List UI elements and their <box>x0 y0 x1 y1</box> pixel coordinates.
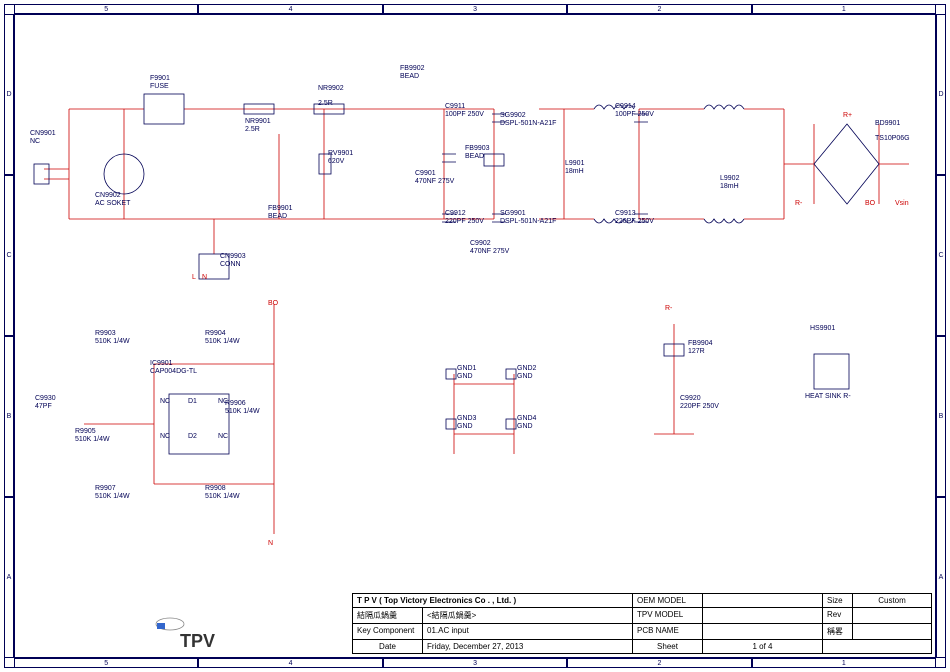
label-l9901: L990118mH <box>565 160 584 175</box>
size-label: Size <box>823 594 853 607</box>
ruler-cell: C <box>4 175 14 336</box>
label-nr9902: NR99022.5R <box>318 85 344 108</box>
net-bo-2: BO <box>865 200 875 208</box>
auth-value <box>853 624 931 639</box>
ic-pin-d1: D1 <box>188 398 197 406</box>
label-f9901: F9901FUSE <box>150 75 170 90</box>
label-cn9901: CN9901NC <box>30 130 56 145</box>
ruler-bottom: 5 4 3 2 1 <box>14 658 936 668</box>
ic-pin-nc-3: NC <box>160 433 170 441</box>
ic-pin-nc-4: NC <box>218 433 228 441</box>
label-gnd1: GND1GND <box>457 365 476 380</box>
label-cn9903: CN9903CONN <box>220 253 246 268</box>
net-r-minus-2: R- <box>795 200 802 208</box>
label-gnd2: GND2GND <box>517 365 536 380</box>
sheet-label: Sheet <box>633 640 703 653</box>
label-gnd3: GND3GND <box>457 415 476 430</box>
ruler-cell: B <box>4 336 14 497</box>
auth-label: 稱畧 <box>823 624 853 639</box>
label-c9913: C9913220PF 250V <box>615 210 654 225</box>
label-r9908: R9908510K 1/4W <box>205 485 240 500</box>
key-comp-label: Key Component <box>353 624 423 639</box>
label-fb9904: FB9904127R <box>688 340 713 355</box>
label-r9907: R9907510K 1/4W <box>95 485 130 500</box>
ruler-right: D C B A <box>936 14 946 658</box>
label-hs9901: HS9901 <box>810 325 835 333</box>
label-sg9902: SG9902DSPL-501N-A21F <box>500 112 556 127</box>
label-ic9901: IC9901CAP004DG-TL <box>150 360 197 375</box>
label-c9914: C9914100PF 250V <box>615 103 654 118</box>
label-c9911: C9911100PF 250V <box>445 103 484 118</box>
ruler-cell: B <box>936 336 946 497</box>
ic-pin-nc-1: NC <box>160 398 170 406</box>
company-name: T P V ( Top Victory Electronics Co . , L… <box>353 594 633 607</box>
ruler-cell: C <box>936 175 946 336</box>
ruler-cell: 5 <box>14 4 198 14</box>
label-bd9901: BD9901TS10P06G <box>875 120 910 143</box>
ruler-cell: A <box>4 497 14 658</box>
tpv-label: TPV MODEL <box>633 608 703 623</box>
label-rv9901: RV9901620V <box>328 150 353 165</box>
pcb-value <box>703 624 823 639</box>
net-r-plus: R+ <box>843 112 852 120</box>
ruler-left: D C B A <box>4 14 14 658</box>
tpv-logo-text: TPV <box>180 631 215 652</box>
ruler-cell: D <box>4 14 14 175</box>
tpv-value <box>703 608 823 623</box>
row2-value: <結隔瓜鍋羹> <box>423 608 633 623</box>
date-value: Friday, December 27, 2013 <box>423 640 633 653</box>
ic-pin-d2: D2 <box>188 433 197 441</box>
oem-label: OEM MODEL <box>633 594 703 607</box>
row2-label: 結隔瓜鍋羹 <box>353 608 423 623</box>
ruler-cell: D <box>936 14 946 175</box>
ruler-cell: 2 <box>567 4 751 14</box>
rev-label: Rev <box>823 608 853 623</box>
label-fb9901: FB9901BEAD <box>268 205 293 220</box>
label-cn9902: CN9902AC SOKET <box>95 192 130 207</box>
label-c9930: C993047PF <box>35 395 56 410</box>
net-n-1: N <box>202 274 207 282</box>
rev-value <box>853 608 931 623</box>
size-value: Custom <box>853 594 931 607</box>
label-c9912: C9912220PF 250V <box>445 210 484 225</box>
label-heatsink: HEAT SINK R- <box>805 393 851 401</box>
label-r9903: R9903510K 1/4W <box>95 330 130 345</box>
label-r9905: R9905510K 1/4W <box>75 428 110 443</box>
label-c9901: C9901470NF 275V <box>415 170 454 185</box>
ruler-cell: 3 <box>383 658 567 668</box>
key-comp-value: 01.AC input <box>423 624 633 639</box>
label-c9920: C9920220PF 250V <box>680 395 719 410</box>
net-r-minus-1: R- <box>665 305 672 313</box>
ruler-cell: 1 <box>752 4 936 14</box>
ruler-top: 5 4 3 2 1 <box>14 4 936 14</box>
label-r9906: R9906510K 1/4W <box>225 400 260 415</box>
ruler-cell: A <box>936 497 946 658</box>
ruler-cell: 4 <box>198 4 382 14</box>
label-nr9901: NR99012.5R <box>245 118 271 133</box>
title-block: T P V ( Top Victory Electronics Co . , L… <box>352 593 932 654</box>
net-vsin: Vsin <box>895 200 909 208</box>
oem-value <box>703 594 823 607</box>
label-l9902: L990218mH <box>720 175 739 190</box>
ruler-cell: 2 <box>567 658 751 668</box>
label-r9904: R9904510K 1/4W <box>205 330 240 345</box>
net-l-1: L <box>192 274 196 282</box>
label-c9902: C9902470NF 275V <box>470 240 509 255</box>
pcb-label: PCB NAME <box>633 624 703 639</box>
label-fb9902: FB9902BEAD <box>400 65 425 80</box>
ruler-cell: 5 <box>14 658 198 668</box>
ruler-cell: 1 <box>752 658 936 668</box>
date-label: Date <box>353 640 423 653</box>
ic-pin-nc-2: NC <box>218 398 228 406</box>
sheet-value: 1 of 4 <box>703 640 823 653</box>
ruler-cell: 4 <box>198 658 382 668</box>
net-bo: BO <box>268 300 278 308</box>
label-gnd4: GND4GND <box>517 415 536 430</box>
label-fb9903: FB9903BEAD <box>465 145 490 160</box>
label-sg9901: SG9901DSPL-501N-A21F <box>500 210 556 225</box>
ruler-cell: 3 <box>383 4 567 14</box>
net-n-2: N <box>268 540 273 548</box>
